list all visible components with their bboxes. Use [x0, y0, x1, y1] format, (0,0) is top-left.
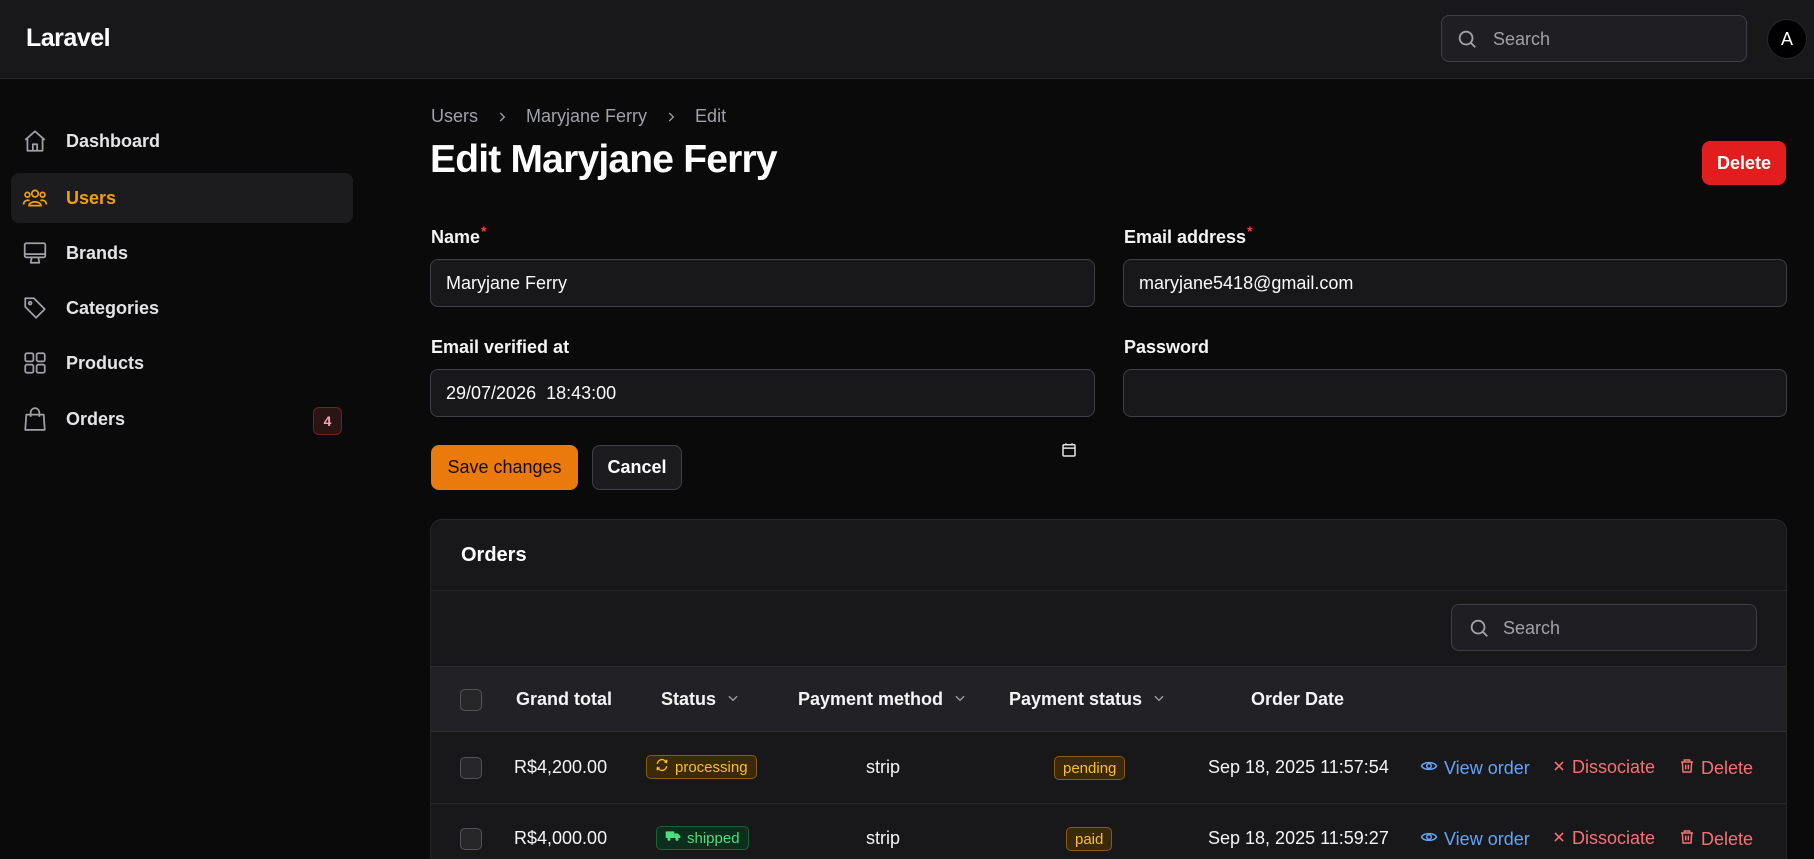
password-field[interactable] — [1123, 369, 1787, 417]
breadcrumb-current: Edit — [695, 106, 727, 126]
orders-count-badge: 4 — [313, 407, 342, 435]
required-marker: * — [1247, 223, 1253, 239]
sidebar-item-label: Brands — [66, 243, 129, 263]
delete-order-link[interactable]: Delete — [1679, 828, 1753, 851]
global-search-input[interactable]: Search — [1441, 15, 1747, 62]
sidebar-item-label: Orders — [66, 409, 126, 429]
column-grand-total[interactable]: Grand total — [516, 689, 612, 710]
orders-search-input[interactable]: Search — [1451, 604, 1757, 651]
status-badge: processing — [646, 755, 757, 779]
cancel-button[interactable]: Cancel — [592, 445, 682, 490]
close-icon — [1552, 828, 1566, 849]
name-field[interactable]: Maryjane Ferry — [430, 259, 1095, 307]
column-order-date[interactable]: Order Date — [1251, 689, 1344, 710]
delete-user-button[interactable]: Delete — [1702, 141, 1786, 185]
orders-title: Orders — [461, 544, 527, 566]
search-placeholder: Search — [1503, 618, 1561, 638]
sidebar-item-orders[interactable]: Orders 4 — [11, 394, 353, 444]
breadcrumb: Users Maryjane Ferry Edit — [431, 106, 726, 127]
column-status[interactable]: Status — [661, 689, 740, 710]
sidebar-item-brands[interactable]: Brands — [11, 228, 353, 278]
row-checkbox[interactable] — [460, 757, 482, 779]
grid-icon — [22, 350, 48, 381]
calendar-icon[interactable] — [1040, 384, 1078, 522]
payment-method-cell: strip — [866, 828, 901, 848]
save-changes-button[interactable]: Save changes — [431, 445, 578, 490]
row-checkbox[interactable] — [460, 828, 482, 850]
sidebar-item-label: Categories — [66, 298, 160, 318]
trash-icon — [1679, 828, 1695, 851]
name-label: Name* — [431, 223, 487, 247]
column-payment-method[interactable]: Payment method — [798, 689, 967, 710]
dissociate-link[interactable]: Dissociate — [1552, 757, 1655, 778]
avatar[interactable]: A — [1767, 19, 1807, 59]
search-icon — [1468, 617, 1490, 644]
home-icon — [22, 128, 48, 159]
chevron-down-icon — [953, 689, 967, 710]
chevron-down-icon — [726, 689, 740, 710]
truck-icon — [665, 829, 681, 847]
sidebar-item-products[interactable]: Products — [11, 338, 353, 388]
select-all-checkbox[interactable] — [460, 689, 482, 711]
breadcrumb-users[interactable]: Users — [431, 106, 478, 127]
view-order-link[interactable]: View order — [1420, 757, 1530, 780]
grand-total-cell: R$4,000.00 — [514, 828, 608, 848]
payment-status-badge: paid — [1066, 827, 1113, 851]
required-marker: * — [481, 223, 487, 239]
sidebar-item-label: Users — [66, 188, 117, 208]
divider — [431, 590, 1786, 591]
column-payment-status[interactable]: Payment status — [1009, 689, 1166, 710]
close-icon — [1552, 757, 1566, 778]
tag-icon — [22, 295, 48, 326]
delete-order-link[interactable]: Delete — [1679, 757, 1753, 780]
email-verified-label: Email verified at — [431, 337, 570, 357]
sidebar-item-users[interactable]: Users — [11, 173, 353, 223]
sidebar-item-label: Dashboard — [66, 131, 161, 151]
orders-panel: Orders Search Grand total Status Payment… — [430, 519, 1787, 859]
order-date-cell: Sep 18, 2025 11:59:27 — [1208, 828, 1389, 848]
payment-status-badge: pending — [1054, 756, 1126, 780]
sidebar-item-categories[interactable]: Categories — [11, 283, 353, 333]
shopping-bag-icon — [22, 406, 48, 437]
eye-icon — [1420, 828, 1438, 851]
chevron-right-icon — [495, 110, 509, 124]
refresh-icon — [655, 758, 669, 776]
status-badge: shipped — [656, 826, 749, 850]
email-label: Email address* — [1124, 223, 1253, 247]
users-icon — [22, 185, 48, 216]
table-row: R$4,200.00 processing strip pending Sep … — [431, 733, 1786, 804]
trash-icon — [1679, 757, 1695, 780]
search-icon — [1456, 28, 1478, 55]
top-bar: Laravel Search A — [0, 0, 1814, 79]
breadcrumb-user[interactable]: Maryjane Ferry — [526, 106, 647, 127]
chevron-down-icon — [1152, 689, 1166, 710]
password-label: Password — [1124, 337, 1210, 357]
sidebar-item-dashboard[interactable]: Dashboard — [11, 116, 353, 166]
email-verified-datetime-input[interactable]: 29/07/2026 18:43:00 — [430, 369, 1095, 457]
table-row: R$4,000.00 shipped strip paid Sep 18, 20… — [431, 804, 1786, 859]
view-order-link[interactable]: View order — [1420, 828, 1530, 851]
monitor-icon — [22, 240, 48, 271]
email-field[interactable]: maryjane5418@gmail.com — [1123, 259, 1787, 307]
payment-method-cell: strip — [866, 757, 901, 777]
chevron-right-icon — [664, 110, 678, 124]
page-title: Edit Maryjane Ferry — [430, 138, 778, 181]
brand-logo[interactable]: Laravel — [26, 24, 111, 53]
sidebar-item-label: Products — [66, 353, 145, 373]
order-date-cell: Sep 18, 2025 11:57:54 — [1208, 757, 1389, 777]
table-header: Grand total Status Payment method Paymen… — [431, 666, 1786, 732]
search-placeholder: Search — [1493, 29, 1551, 49]
eye-icon — [1420, 757, 1438, 780]
dissociate-link[interactable]: Dissociate — [1552, 828, 1655, 849]
grand-total-cell: R$4,200.00 — [514, 757, 608, 777]
